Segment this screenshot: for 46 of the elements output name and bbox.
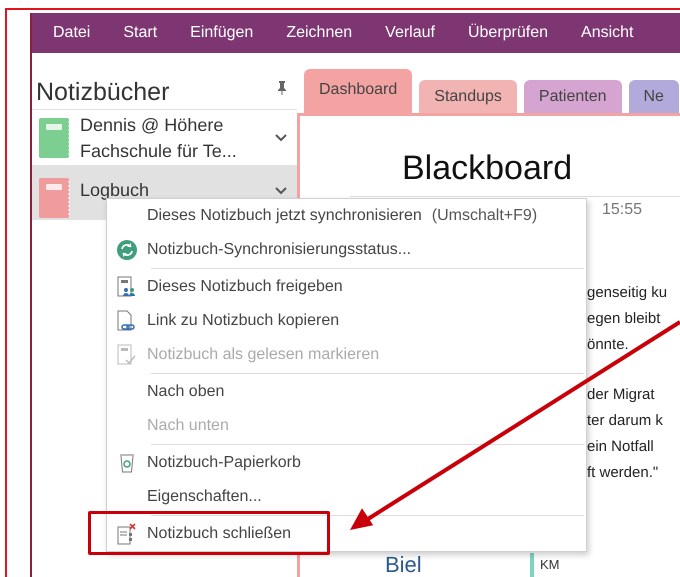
menu-item[interactable]: Link zu Notizbuch kopieren — [147, 312, 340, 330]
menu-item[interactable]: Notizbuch-Papierkorb — [147, 454, 301, 472]
note-text: ter darum k — [587, 411, 664, 431]
shortcut-hint: (Umschalt+F9) — [432, 207, 538, 225]
menu-item[interactable]: Nach oben — [147, 383, 224, 401]
page-time: 15:55 — [602, 200, 644, 220]
pin-icon[interactable] — [277, 81, 287, 95]
link-icon — [117, 310, 137, 332]
notebook-item[interactable]: Dennis @ Höhere Fachschule für Te... — [32, 110, 297, 165]
ribbon-tab[interactable]: Ansicht — [581, 24, 634, 42]
recycle-bin-icon — [119, 453, 135, 473]
section-tab[interactable]: Standups — [419, 80, 517, 113]
note-text: önnte. — [587, 335, 630, 355]
ribbon-tab[interactable]: Überprüfen — [468, 24, 548, 42]
menu-item[interactable]: Dieses Notizbuch freigeben — [147, 278, 343, 296]
panel-title: Notizbücher — [36, 78, 170, 106]
ribbon-tab[interactable]: Verlauf — [385, 24, 435, 42]
chevron-icon[interactable] — [275, 134, 287, 142]
note-text: der Migrat — [587, 385, 656, 405]
note-text: egen bleibt — [587, 309, 662, 329]
note-text: genseitig ku — [587, 283, 668, 303]
ribbon-tab[interactable]: Zeichnen — [286, 24, 352, 42]
notebook-icon — [38, 177, 72, 219]
menu-item[interactable]: Notizbuch-Synchronisierungsstatus... — [147, 241, 412, 259]
notebook-icon — [38, 116, 72, 158]
ribbon-tab[interactable]: Einfügen — [190, 24, 254, 42]
section-tab[interactable]: Ne — [628, 80, 679, 113]
document-check-icon — [117, 344, 137, 366]
menu-item: Notizbuch als gelesen markieren — [147, 346, 380, 364]
share-icon — [117, 276, 137, 298]
note-heading: Biel — [385, 553, 423, 577]
note-text: ein Notfall — [587, 437, 655, 457]
sync-icon — [117, 240, 137, 260]
close-notebook-icon — [117, 523, 137, 545]
ribbon-tab[interactable]: Start — [123, 24, 158, 42]
notebook-name: Dennis @ Höhere Fachschule für Te... — [80, 114, 238, 162]
section-tab[interactable]: Patienten — [524, 80, 622, 113]
menu-item: Nach unten — [147, 417, 229, 435]
menu-item[interactable]: Eigenschaften... — [147, 488, 262, 506]
menu-item[interactable]: Notizbuch schließen — [147, 525, 292, 543]
ribbon-tab[interactable]: Datei — [53, 24, 90, 42]
section-tab[interactable]: Dashboard — [304, 69, 412, 113]
notebook-name: Logbuch — [80, 179, 150, 202]
page-title: Blackboard — [402, 148, 574, 188]
chevron-icon[interactable] — [275, 187, 287, 195]
note-text: ft werden." — [587, 463, 660, 483]
